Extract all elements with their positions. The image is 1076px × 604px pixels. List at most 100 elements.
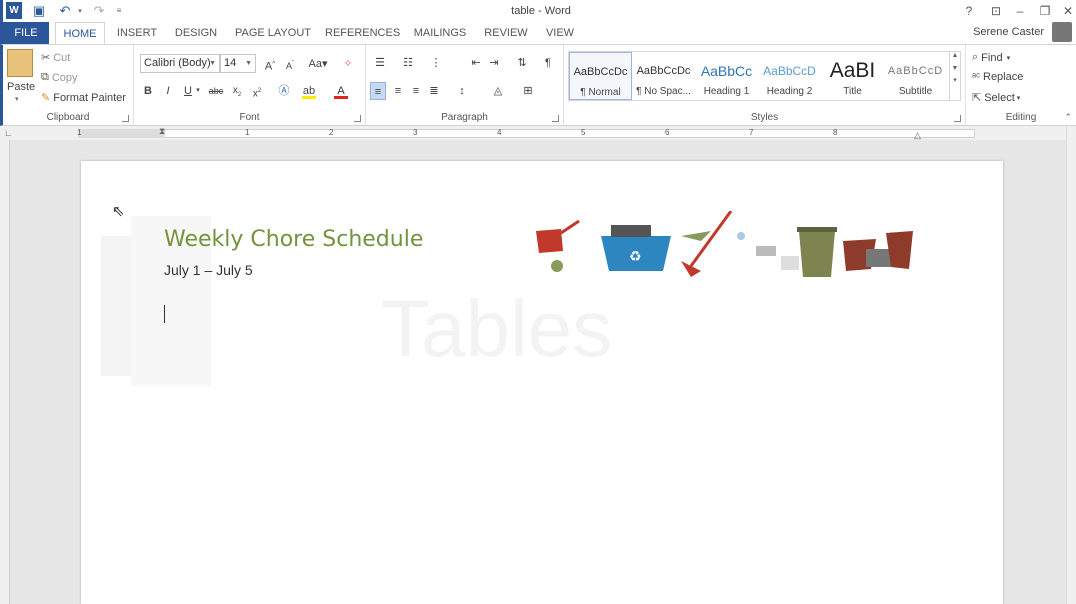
change-case-icon[interactable]: Aa▾ (306, 55, 330, 73)
style-name: Heading 2 (766, 86, 813, 97)
ruler-number: 1 (245, 128, 250, 137)
style-normal[interactable]: AaBbCcDc ¶ Normal (569, 52, 632, 100)
style-no-spacing[interactable]: AaBbCcDc ¶ No Spac... (632, 52, 695, 100)
style-preview: AaBbCcD (887, 65, 944, 77)
replace-button[interactable]: ᵃᶜ Replace (972, 71, 1023, 83)
paste-dropdown-icon[interactable]: ▾ (15, 95, 19, 103)
font-name-combo[interactable]: Calibri (Body) ▼ (140, 54, 220, 73)
editing-label: Editing (1005, 112, 1037, 123)
paste-icon[interactable] (7, 49, 33, 77)
avatar[interactable] (1052, 22, 1072, 42)
numbering-icon[interactable]: ☷ (400, 54, 416, 72)
collapse-ribbon-icon[interactable]: ⌃ (1064, 112, 1072, 123)
more-styles-icon[interactable]: ▾ (950, 76, 960, 84)
document-page[interactable]: Tables Weekly Chore Schedule July 1 – Ju… (81, 161, 1003, 604)
cut-button[interactable]: ✂ Cut (41, 51, 71, 65)
clipboard-group: Paste ▾ ✂ Cut ⧉ Copy ✎ Format Painter Clipb… (3, 45, 134, 125)
increase-indent-icon[interactable]: ⇥ (486, 54, 502, 72)
grow-font-icon[interactable]: A^ (262, 55, 278, 73)
text-cursor (164, 305, 165, 323)
font-launcher-icon[interactable] (354, 115, 361, 122)
title-bar: W ▣ ↶ ▾ ↷ ≡ table - Word ? ⊡ – ❐ ✕ (0, 0, 1076, 22)
document-date-range[interactable]: July 1 – July 5 (164, 262, 253, 278)
style-title[interactable]: AaBI Title (821, 52, 884, 100)
font-name-value: Calibri (Body) (144, 57, 211, 69)
paste-button[interactable]: Paste (7, 81, 35, 93)
tab-mailings[interactable]: MAILINGS (409, 22, 471, 44)
copy-button[interactable]: ⧉ Copy (41, 71, 78, 84)
right-indent-marker-icon[interactable]: △ (914, 130, 921, 141)
svg-text:♻: ♻ (629, 248, 642, 264)
replace-icon: ᵃᶜ (972, 71, 980, 83)
bold-icon[interactable]: B (140, 82, 156, 100)
styles-gallery: AaBbCcDc ¶ Normal AaBbCcDc ¶ No Spac... Aa… (568, 51, 961, 101)
find-label: Find (981, 51, 1003, 64)
indent-marker-icon[interactable]: ⧗ (159, 126, 165, 137)
show-formatting-icon[interactable]: ¶ (540, 54, 556, 72)
find-button[interactable]: ⌕ Find ▾ (972, 51, 1010, 64)
font-size-combo[interactable]: 14 ▼ (220, 54, 256, 73)
tab-view[interactable]: VIEW (541, 22, 579, 44)
close-button[interactable]: ✕ (1057, 1, 1076, 21)
borders-icon[interactable]: ⊞ (520, 82, 536, 100)
style-name: Title (843, 86, 862, 97)
italic-icon[interactable]: I (160, 82, 176, 100)
watermark-text: Tables (381, 284, 612, 373)
clipboard-launcher-icon[interactable] (122, 115, 129, 122)
shrink-font-icon[interactable]: Aˇ (282, 55, 298, 73)
help-button[interactable]: ? (958, 1, 980, 21)
restore-button[interactable]: ❐ (1034, 1, 1056, 21)
highlight-color-icon[interactable]: ab (302, 82, 316, 99)
paragraph-label: Paragraph (441, 112, 488, 123)
ribbon-display-options-button[interactable]: ⊡ (985, 1, 1007, 21)
copy-label: Copy (51, 71, 78, 84)
font-color-icon[interactable]: A (334, 82, 348, 99)
sort-icon[interactable]: ⇅ (514, 54, 530, 72)
bullets-icon[interactable]: ☰ (372, 54, 388, 72)
strikethrough-icon[interactable]: abc (206, 82, 226, 100)
clear-formatting-icon[interactable]: ✧ (340, 55, 356, 73)
subscript-icon[interactable]: x2 (229, 82, 245, 100)
tab-page-layout[interactable]: PAGE LAYOUT (233, 22, 313, 44)
align-right-icon[interactable]: ≡ (408, 82, 424, 100)
multilevel-list-icon[interactable]: ⋮ (428, 54, 444, 72)
style-preview: AaBbCcD (763, 64, 816, 78)
horizontal-ruler[interactable]: ∟ 1 1 2 3 4 5 6 7 8 ⧗ △ (0, 126, 1076, 140)
scroll-down-icon[interactable]: ▼ (950, 65, 960, 72)
tab-selector-icon[interactable]: ∟ (4, 128, 13, 138)
vertical-scrollbar[interactable] (1066, 126, 1076, 604)
tab-design[interactable]: DESIGN (171, 22, 221, 44)
style-heading-1[interactable]: AaBbCc Heading 1 (695, 52, 758, 100)
decrease-indent-icon[interactable]: ⇤ (468, 54, 484, 72)
tab-references[interactable]: REFERENCES (325, 22, 400, 44)
align-center-icon[interactable]: ≡ (390, 82, 406, 100)
ruler-number: 6 (665, 128, 670, 137)
shading-icon[interactable]: ◬ (490, 82, 506, 100)
scroll-up-icon[interactable]: ▲ (950, 52, 960, 59)
tab-file[interactable]: FILE (3, 22, 49, 44)
line-spacing-icon[interactable]: ↕ (454, 82, 470, 100)
underline-dropdown-icon[interactable]: ▾ (194, 82, 202, 100)
user-name[interactable]: Serene Caster (973, 26, 1044, 38)
minimize-button[interactable]: – (1009, 1, 1031, 21)
cut-label: Cut (53, 51, 71, 64)
styles-launcher-icon[interactable] (954, 115, 961, 122)
justify-icon[interactable]: ≣ (426, 82, 442, 100)
style-heading-2[interactable]: AaBbCcD Heading 2 (758, 52, 821, 100)
style-name: Heading 1 (703, 86, 750, 97)
ruler-number: 3 (413, 128, 418, 137)
select-button[interactable]: ⇱ Select ▾ (972, 91, 1020, 105)
style-name: Subtitle (898, 86, 933, 97)
align-left-icon[interactable]: ≡ (370, 82, 386, 100)
tab-review[interactable]: REVIEW (483, 22, 529, 44)
style-subtitle[interactable]: AaBbCcD Subtitle (884, 52, 947, 100)
tab-home[interactable]: HOME (55, 22, 105, 45)
superscript-icon[interactable]: x2 (249, 82, 265, 100)
styles-scroll[interactable]: ▲ ▼ ▾ (949, 52, 960, 100)
document-heading[interactable]: Weekly Chore Schedule (164, 227, 423, 252)
paragraph-launcher-icon[interactable] (552, 115, 559, 122)
font-size-value: 14 (224, 57, 237, 69)
text-effects-icon[interactable]: Ⓐ (276, 82, 292, 100)
tab-insert[interactable]: INSERT (115, 22, 159, 44)
format-painter-button[interactable]: ✎ Format Painter (41, 91, 126, 105)
